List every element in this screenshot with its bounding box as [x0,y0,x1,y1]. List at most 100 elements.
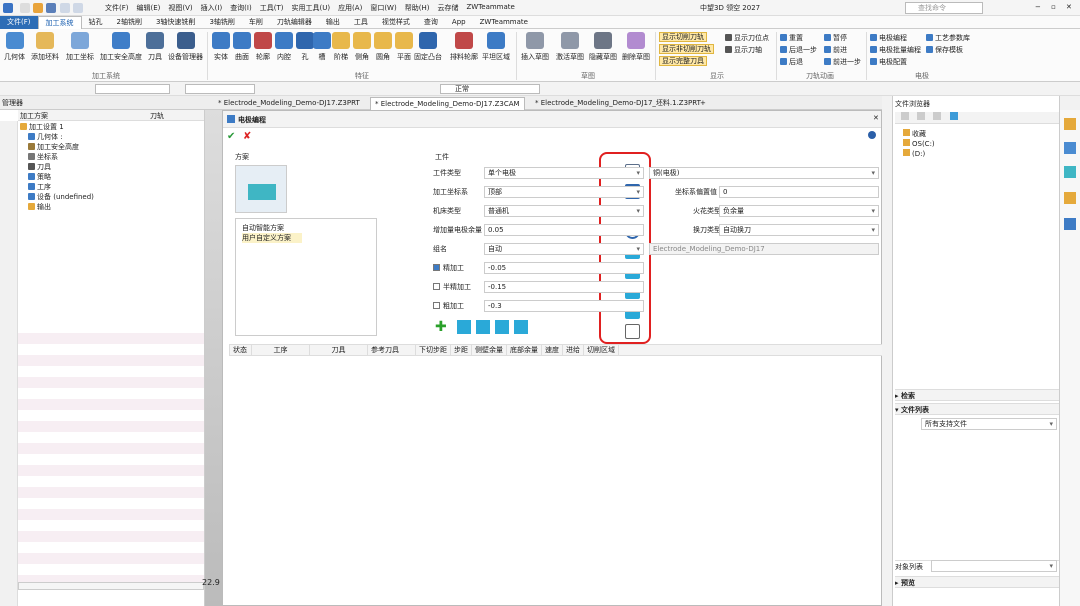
search-section[interactable]: ▸ 检索 [895,389,1059,401]
feature-hole-button[interactable]: 孔 [296,32,314,62]
hide-sketch-button[interactable]: 隐藏草图 [589,32,617,62]
semi-finish-input[interactable]: -0.15 [484,281,644,293]
view-icon[interactable] [1064,166,1076,178]
workpiece-type-select[interactable]: 单个电极 [484,167,644,179]
forward-button[interactable]: 前进 [824,45,847,55]
show-tool-axis-toggle[interactable]: 显示刀轴 [725,45,762,55]
op-move-bottom-icon[interactable] [514,320,528,334]
menu-teammate[interactable]: ZWTeammate [466,3,514,13]
menu-view[interactable]: 视图(V) [168,3,192,13]
group-name-select[interactable]: 自动 [484,243,644,255]
feature-chamfer-button[interactable]: 侧角 [353,32,371,62]
rough-input[interactable]: -0.3 [484,300,644,312]
tab-3axis-fast[interactable]: 3轴快速铣削 [149,16,202,29]
filter-combo-1[interactable] [95,84,170,94]
batch-electrode-button[interactable]: 电极批量编程 [870,45,921,55]
tab-app[interactable]: App [445,16,473,29]
tree-item-equipment[interactable]: 设备 (undefined) [28,193,94,202]
tab-toolpath-editor[interactable]: 刀轨编辑器 [270,16,319,29]
doc-tab-stock[interactable]: * Electrode_Modeling_Demo-DJ17_坯料.1.Z3PR… [535,97,701,110]
tree-item-setup[interactable]: 加工设置 1 [20,123,64,132]
delete-sketch-button[interactable]: 删除草图 [622,32,650,62]
electrode-config-button[interactable]: 电极配置 [870,57,907,67]
info-icon[interactable] [868,131,876,139]
filter-combo-2[interactable] [185,84,255,94]
command-search-input[interactable]: 查找命令 [905,2,983,14]
add-stock-button[interactable]: 添加坯料 [31,32,59,62]
menu-insert[interactable]: 插入(I) [201,3,223,13]
redo-icon[interactable] [73,3,83,13]
safe-height-button[interactable]: 加工安全高度 [100,32,142,62]
tab-3axis[interactable]: 3轴铣削 [202,16,241,29]
feature-boss-button[interactable]: 固定凸台 [414,32,442,62]
step-back-button[interactable]: 后退一步 [780,45,817,55]
tab-query[interactable]: 查询 [417,16,445,29]
tab-2axis[interactable]: 2轴铣削 [110,16,149,29]
feature-step-button[interactable]: 阶梯 [332,32,350,62]
show-full-tool-toggle[interactable]: 显示完整刀具 [659,56,707,66]
finish-checkbox[interactable] [433,264,440,271]
dialog-close-icon[interactable]: ✕ [873,114,879,122]
electrode-allowance-input[interactable]: 0.05 [484,224,644,236]
scheme-item-custom[interactable]: 用户自定义方案 [242,233,302,243]
tab-tools[interactable]: 工具 [347,16,375,29]
tree-item-output[interactable]: 输出 [28,203,51,212]
tool-change-select[interactable]: 自动换刀 [719,224,879,236]
tree-item-safe-height[interactable]: 加工安全高度 [28,143,79,152]
refresh-icon[interactable] [949,112,958,120]
tab-visual-style[interactable]: 视觉样式 [375,16,417,29]
doc-tab-cam[interactable]: * Electrode_Modeling_Demo-DJ17.Z3CAM [370,97,525,110]
pause-button[interactable]: 暂停 [824,33,847,43]
menu-edit[interactable]: 编辑(E) [137,3,161,13]
process-library-button[interactable]: 工艺参数库 [926,33,970,43]
browser-item-d[interactable]: (D:) [903,148,1067,160]
tab-file[interactable]: 文件(F) [0,16,38,29]
back-icon[interactable] [901,112,909,120]
rough-checkbox[interactable] [433,302,440,309]
tab-turning[interactable]: 车削 [242,16,270,29]
finish-input[interactable]: -0.05 [484,262,644,274]
palette-icon[interactable] [1064,142,1076,154]
menu-query[interactable]: 查询(I) [230,3,252,13]
doc-tab-prt[interactable]: * Electrode_Modeling_Demo-DJ17.Z3PRT [218,97,360,110]
op-move-top-icon[interactable] [457,320,471,334]
op-move-up-icon[interactable] [476,320,490,334]
tree-item-tool[interactable]: 刀具 [28,163,51,172]
scheme-item-auto[interactable]: 自动智能方案 [242,223,284,233]
horizontal-scrollbar[interactable] [18,582,204,590]
object-list-select[interactable] [931,560,1057,572]
feature-material-profile-button[interactable]: 排料轮廓 [450,32,478,62]
assembly-icon[interactable] [1064,218,1076,230]
menu-help[interactable]: 帮助(H) [405,3,430,13]
filter-mode-select[interactable]: 正常 [440,84,540,94]
tab-output[interactable]: 输出 [319,16,347,29]
menu-cloud[interactable]: 云存储 [437,3,458,13]
tree-item-operation[interactable]: 工序 [28,183,51,192]
menu-apps[interactable]: 应用(A) [338,3,362,13]
up-icon[interactable] [933,112,942,120]
cancel-x-icon[interactable]: ✘ [243,131,251,142]
feature-plane-button[interactable]: 平面 [395,32,413,62]
electrode-programming-button[interactable]: 电极编程 [870,33,907,43]
feature-profile-button[interactable]: 轮廓 [254,32,272,62]
tree-item-strategy[interactable]: 策略 [28,173,51,182]
undo-icon[interactable] [60,3,70,13]
feature-solid-button[interactable]: 实体 [212,32,230,62]
machining-csys-button[interactable]: 加工坐标 [66,32,94,62]
activate-sketch-button[interactable]: 激活草图 [556,32,584,62]
step-forward-button[interactable]: 前进一步 [824,57,861,67]
menu-window[interactable]: 窗口(W) [370,3,396,13]
open-file-icon[interactable] [33,3,43,13]
menu-utilities[interactable]: 实用工具(U) [291,3,330,13]
menu-file[interactable]: 文件(F) [105,3,129,13]
file-type-filter[interactable]: 所有支持文件 [921,418,1057,430]
machine-type-select[interactable]: 普通机 [484,205,644,217]
folder-icon[interactable] [1064,118,1076,130]
save-icon[interactable] [46,3,56,13]
material-icon[interactable] [1064,192,1076,204]
ok-check-icon[interactable]: ✔ [227,131,235,142]
feature-slot-button[interactable]: 槽 [313,32,331,62]
op-move-down-icon[interactable] [495,320,509,334]
new-file-icon[interactable] [20,3,30,13]
reset-button[interactable]: 重置 [780,33,803,43]
